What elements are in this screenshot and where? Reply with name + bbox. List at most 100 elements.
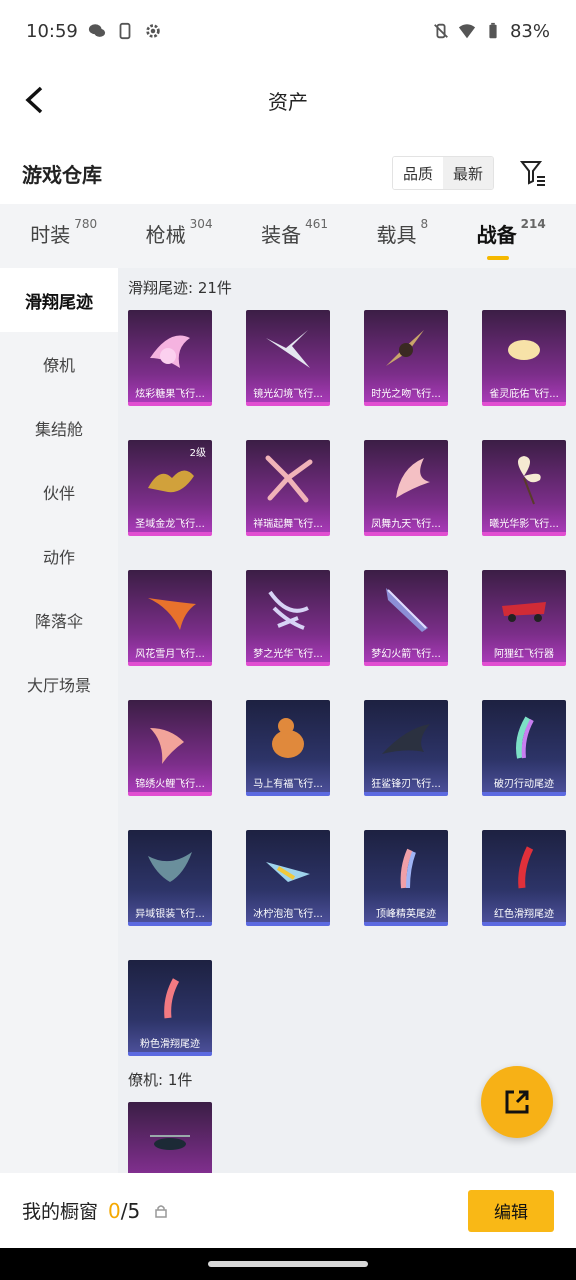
item-name: 异域银装飞行... — [135, 909, 205, 920]
item-image — [482, 570, 566, 646]
item-image — [128, 700, 212, 776]
tab-count: 304 — [189, 216, 213, 231]
showcase-label: 我的橱窗 — [22, 1201, 99, 1223]
item-name: 祥瑞起舞飞行... — [253, 519, 323, 530]
item-name: 红色滑翔尾迹 — [494, 909, 554, 920]
item-card[interactable] — [128, 1102, 212, 1173]
battery-icon — [489, 22, 497, 39]
tab-label: 装备 — [261, 222, 302, 247]
item-name: 冰柠泡泡飞行... — [253, 909, 323, 920]
item-name: 凤舞九天飞行... — [371, 519, 441, 530]
showcase-count: 0/5 — [108, 1199, 140, 1223]
item-name: 圣域金龙飞行... — [135, 519, 205, 530]
chevron-left-icon — [25, 86, 43, 114]
item-card[interactable]: 狂鲨锋刃飞行... — [364, 700, 448, 796]
tab-equipment[interactable]: 装备 461 — [261, 216, 328, 254]
item-card[interactable]: 异域银装飞行... — [128, 830, 212, 926]
item-card[interactable]: 梦幻火箭飞行... — [364, 570, 448, 666]
item-card[interactable]: 梦之光华飞行... — [246, 570, 330, 666]
warehouse-title: 游戏仓库 — [22, 162, 102, 187]
item-card[interactable]: 风花雪月飞行... — [128, 570, 212, 666]
item-name: 梦幻火箭飞行... — [371, 649, 441, 660]
item-card[interactable]: 炫彩糖果飞行... — [128, 310, 212, 406]
sidebar-item-emote[interactable]: 动作 — [0, 524, 118, 588]
item-image — [364, 310, 448, 386]
section-label-glide: 滑翔尾迹: 21件 — [128, 279, 232, 297]
item-card[interactable]: 锦绣火鲤飞行... — [128, 700, 212, 796]
status-bar: 10:59 83% — [0, 0, 576, 62]
item-card[interactable]: 红色滑翔尾迹 — [482, 830, 566, 926]
item-name: 时光之吻飞行... — [371, 389, 441, 400]
item-name: 阿狸红飞行器 — [494, 649, 554, 660]
sidebar-item-partner[interactable]: 伙伴 — [0, 460, 118, 524]
item-name: 风花雪月飞行... — [135, 649, 205, 660]
item-card[interactable]: 曦光华影飞行... — [482, 440, 566, 536]
item-name: 雀灵庇佑飞行... — [489, 389, 559, 400]
item-image — [364, 570, 448, 646]
tab-count: 214 — [520, 216, 546, 231]
item-card[interactable]: 阿狸红飞行器 — [482, 570, 566, 666]
share-fab-button[interactable] — [481, 1066, 553, 1138]
filter-icon — [519, 161, 545, 186]
sidebar-item-lobby-scene[interactable]: 大厅场景 — [0, 652, 118, 716]
item-card[interactable]: 2级圣域金龙飞行... — [128, 440, 212, 536]
tab-count: 461 — [305, 216, 328, 231]
settings-icon — [146, 24, 160, 38]
item-image — [482, 700, 566, 776]
item-image — [128, 1102, 212, 1173]
tab-vehicles[interactable]: 载具 8 — [377, 217, 429, 254]
item-card[interactable]: 雀灵庇佑飞行... — [482, 310, 566, 406]
item-image — [364, 830, 448, 906]
home-indicator[interactable] — [208, 1261, 368, 1267]
wechat-icon — [88, 24, 105, 37]
phone-icon — [119, 22, 131, 40]
glide-item-grid: 炫彩糖果飞行... 镜光幻境飞行... 时光之吻飞行... 雀灵庇佑飞行... … — [118, 310, 576, 1056]
item-image — [246, 310, 330, 386]
item-card[interactable]: 破刃行动尾迹 — [482, 700, 566, 796]
sort-newest-button[interactable]: 最新 — [442, 157, 493, 189]
item-name: 锦绣火鲤飞行... — [135, 779, 205, 790]
item-image — [128, 960, 212, 1036]
tab-combat-gear[interactable]: 战备 214 — [477, 216, 546, 260]
item-card[interactable]: 粉色滑翔尾迹 — [128, 960, 212, 1056]
item-card[interactable]: 凤舞九天飞行... — [364, 440, 448, 536]
item-level-badge: 2级 — [189, 448, 206, 459]
back-button[interactable] — [16, 82, 52, 118]
sidebar-item-parachute[interactable]: 降落伞 — [0, 588, 118, 652]
sidebar-item-assembly-pod[interactable]: 集结舱 — [0, 396, 118, 460]
battery-level: 83% — [509, 20, 550, 42]
edit-button[interactable]: 编辑 — [468, 1189, 554, 1232]
item-image — [246, 700, 330, 776]
item-card[interactable]: 顶峰精英尾迹 — [364, 830, 448, 926]
status-time: 10:59 — [26, 20, 78, 42]
item-image — [128, 830, 212, 906]
sidebar-item-glide-trail[interactable]: 滑翔尾迹 — [0, 268, 118, 332]
item-name: 镜光幻境飞行... — [253, 389, 323, 400]
item-image — [364, 700, 448, 776]
sidebar-item-wingman[interactable]: 僚机 — [0, 332, 118, 396]
nav-bar: 资产 — [0, 62, 576, 138]
item-image — [364, 440, 448, 516]
item-card[interactable]: 时光之吻飞行... — [364, 310, 448, 406]
item-content: 滑翔尾迹: 21件 炫彩糖果飞行... 镜光幻境飞行... 时光之吻飞行... … — [118, 268, 576, 1173]
item-name: 炫彩糖果飞行... — [135, 389, 205, 400]
item-card[interactable]: 冰柠泡泡飞行... — [246, 830, 330, 926]
item-image — [246, 440, 330, 516]
tab-count: 780 — [74, 216, 98, 231]
item-card[interactable]: 镜光幻境飞行... — [246, 310, 330, 406]
tab-fashion[interactable]: 时装 780 — [30, 216, 98, 254]
item-name: 梦之光华飞行... — [253, 649, 323, 660]
category-tabs: 时装 780 枪械 304 装备 461 载具 8 战备 214 — [0, 204, 576, 268]
tab-weapons[interactable]: 枪械 304 — [146, 216, 213, 254]
item-card[interactable]: 马上有福飞行... — [246, 700, 330, 796]
item-image — [482, 440, 566, 516]
item-image — [482, 310, 566, 386]
showcase-count-current: 0 — [108, 1198, 121, 1223]
item-name: 顶峰精英尾迹 — [376, 909, 436, 920]
page-title: 资产 — [268, 89, 308, 114]
item-name: 马上有福飞行... — [253, 779, 323, 790]
sort-quality-button[interactable]: 品质 — [392, 157, 443, 189]
filter-button[interactable] — [518, 158, 548, 188]
showcase-bar: 我的橱窗 0/5 编辑 — [0, 1173, 576, 1248]
item-card[interactable]: 祥瑞起舞飞行... — [246, 440, 330, 536]
